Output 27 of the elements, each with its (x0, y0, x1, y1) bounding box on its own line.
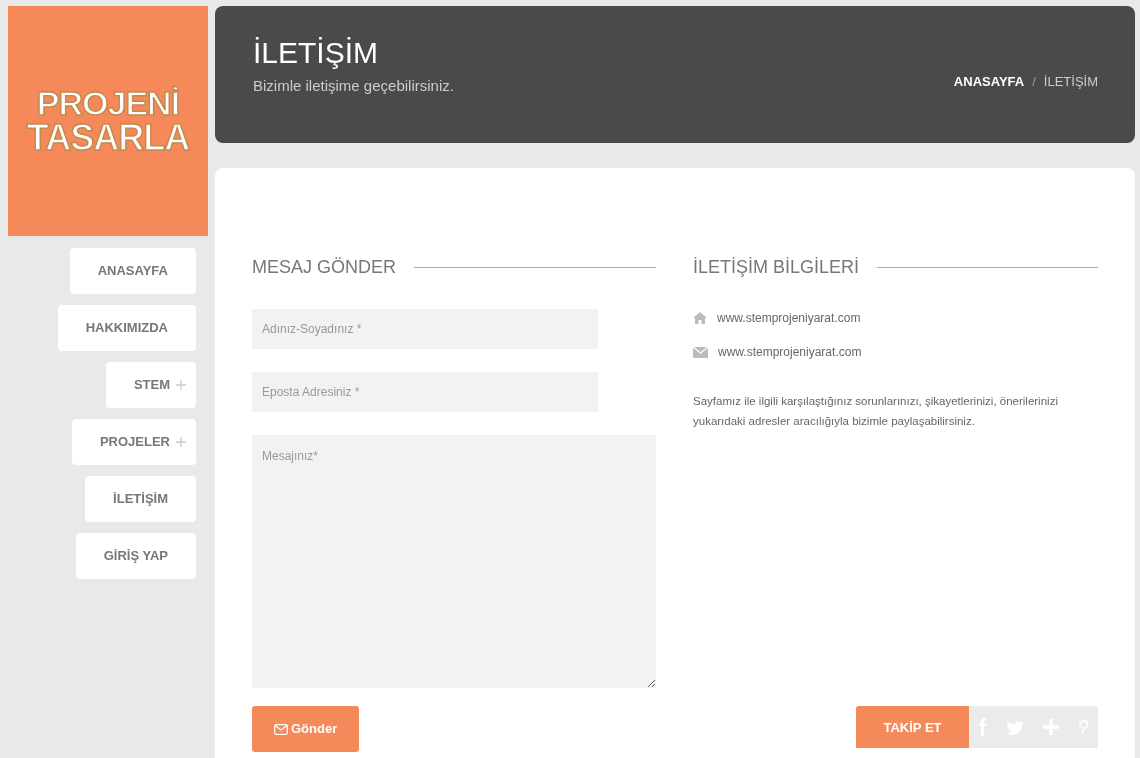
section-heading: MESAJ GÖNDER (252, 256, 397, 279)
breadcrumb-current: İLETİŞİM (1043, 73, 1098, 91)
send-button[interactable]: Gönder (252, 706, 360, 752)
logo-text: TASARLA (26, 120, 190, 156)
page-title: İLETİŞİM (253, 36, 380, 69)
nav-item[interactable]: PROJELER (71, 419, 196, 465)
contact-text: www.stemprojeniyarat.com (717, 310, 861, 327)
breadcrumb-link[interactable]: ANASAYFA (953, 72, 1025, 143)
breadcrumb-separator: / (1032, 73, 1036, 91)
message-field[interactable]: Mesajınız* (252, 435, 656, 688)
section-heading: İLETİŞİM BİLGİLERİ (693, 256, 860, 279)
input-field[interactable]: Adınız-Soyadınız * (252, 309, 598, 349)
nav-item[interactable]: GİRİŞ YAP (75, 533, 196, 579)
contact-note: Sayfamız ile ilgili karşılaştığınız sorunlarınızı, şikayetlerinizi, önerilerinizi yukarıdaki adresler aracılığıyla bizimle paylaşabilirsiniz. (693, 394, 1059, 430)
nav-item[interactable]: İLETİŞİM (85, 476, 196, 522)
nav-item[interactable]: STEM (105, 362, 196, 408)
input-field[interactable]: Eposta Adresiniz * (252, 372, 598, 412)
logo[interactable]: PROJENİ TASARLA (8, 6, 208, 236)
nav-item[interactable]: ANASAYFA (69, 248, 196, 294)
envelope-icon (693, 346, 708, 358)
envelope-icon (274, 723, 288, 735)
logo-text: PROJENİ (36, 86, 180, 120)
contact-text: www.stemprojeniyarat.com (718, 344, 862, 361)
page-subtitle: Bizimle iletişime geçebilirsiniz. (253, 76, 454, 96)
follow-button[interactable]: TAKİP ET (856, 706, 969, 749)
home-icon (693, 312, 707, 324)
nav-item[interactable]: HAKKIMIZDA (57, 305, 196, 351)
